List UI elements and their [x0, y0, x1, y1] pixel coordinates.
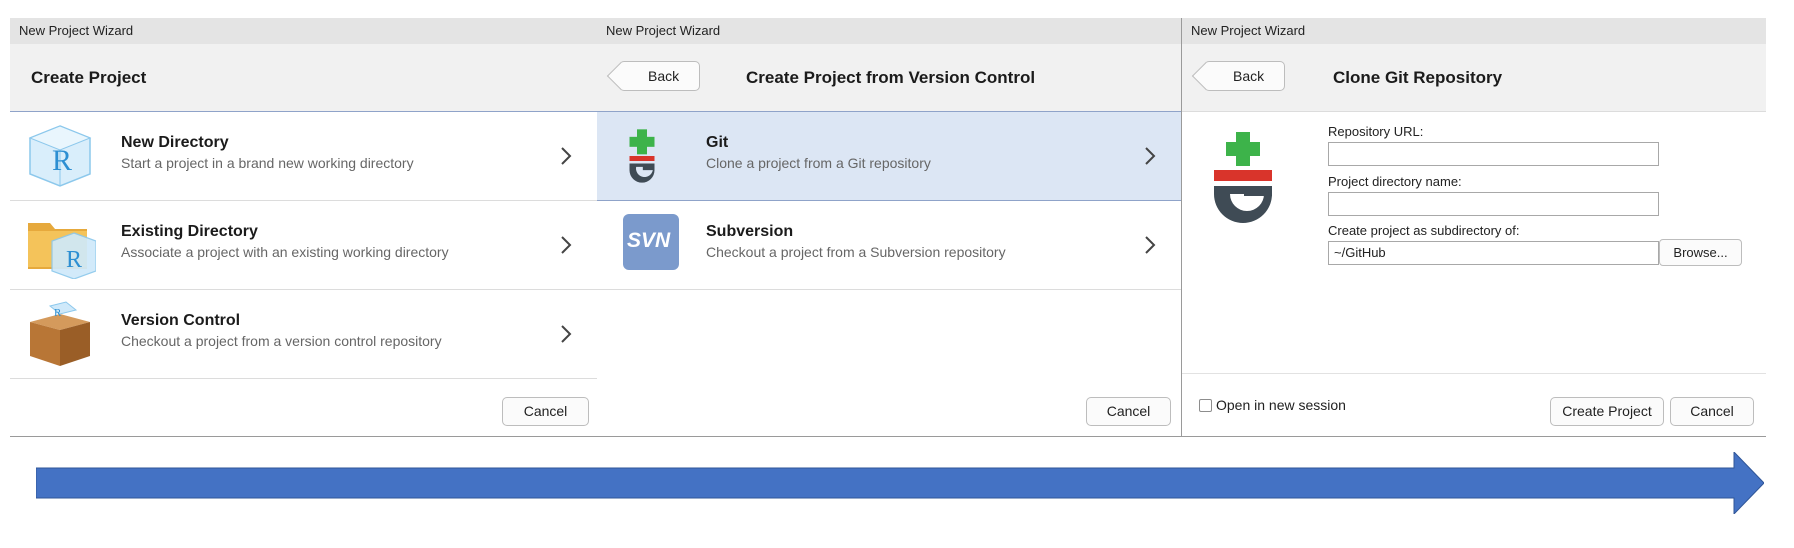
back-button-label: Back — [648, 68, 680, 84]
flow-arrow-icon — [36, 452, 1764, 514]
project-directory-name-input[interactable] — [1328, 192, 1659, 216]
svg-text:R: R — [66, 247, 82, 273]
open-in-new-session-checkbox[interactable] — [1199, 399, 1212, 412]
cancel-button[interactable]: Cancel — [1670, 397, 1754, 426]
chevron-right-icon — [561, 236, 572, 254]
cancel-button[interactable]: Cancel — [502, 397, 589, 426]
git-logo-icon — [1214, 132, 1272, 224]
window-title: New Project Wizard — [597, 18, 1181, 44]
svn-icon-text: SVN — [627, 229, 671, 252]
option-title: Git — [706, 134, 729, 151]
svg-text:R: R — [54, 307, 62, 319]
chevron-right-icon — [561, 325, 572, 343]
page-title: Create Project — [31, 68, 147, 87]
subdirectory-input[interactable]: ~/GitHub — [1328, 241, 1659, 265]
chevron-right-icon — [1145, 147, 1156, 165]
git-icon — [629, 129, 655, 183]
option-description: Clone a project from a Git repository — [706, 155, 931, 171]
option-title: New Directory — [121, 134, 229, 151]
option-description: Checkout a project from a Subversion rep… — [706, 244, 1006, 260]
option-title: Subversion — [706, 223, 794, 240]
svn-icon: SVN — [623, 214, 679, 270]
repository-url-label: Repository URL: — [1328, 124, 1424, 139]
dialog-header: Create Project — [10, 44, 597, 112]
chevron-right-icon — [561, 147, 572, 165]
option-description: Checkout a project from a version contro… — [121, 333, 442, 349]
subdirectory-label: Create project as subdirectory of: — [1328, 223, 1520, 238]
option-version-control[interactable]: R Version Control Checkout a project fro… — [10, 290, 597, 379]
page-title: Clone Git Repository — [1333, 68, 1503, 87]
option-title: Version Control — [121, 312, 241, 329]
version-control-dialog: New Project Wizard Back Create Project f… — [597, 18, 1181, 437]
option-description: Associate a project with an existing wor… — [121, 244, 449, 260]
dialog-header: Back Clone Git Repository — [1182, 44, 1766, 112]
clone-git-dialog: New Project Wizard Back Clone Git Reposi… — [1181, 18, 1766, 437]
project-directory-name-label: Project directory name: — [1328, 174, 1462, 189]
footer-divider — [1182, 373, 1766, 374]
back-button[interactable]: Back — [1204, 61, 1286, 91]
option-existing-directory[interactable]: R Existing Directory Associate a project… — [10, 201, 597, 290]
box-icon: R — [30, 301, 90, 366]
option-description: Start a project in a brand new working d… — [121, 155, 414, 171]
dialog-header: Back Create Project from Version Control — [597, 44, 1181, 112]
window-title: New Project Wizard — [10, 18, 597, 44]
chevron-right-icon — [1145, 236, 1156, 254]
cancel-button[interactable]: Cancel — [1086, 397, 1171, 426]
create-project-button[interactable]: Create Project — [1550, 397, 1664, 426]
window-title: New Project Wizard — [1182, 18, 1766, 44]
create-project-dialog: New Project Wizard Create Project R New … — [10, 18, 597, 437]
repository-url-input[interactable] — [1328, 142, 1659, 166]
back-button-label: Back — [1233, 68, 1265, 84]
open-in-new-session-label[interactable]: Open in new session — [1216, 397, 1346, 413]
page-title: Create Project from Version Control — [746, 68, 1036, 87]
option-new-directory[interactable]: R New Directory Start a project in a bra… — [10, 112, 597, 201]
option-git[interactable]: Git Clone a project from a Git repositor… — [597, 112, 1181, 201]
folder-r-icon: R — [28, 223, 96, 279]
r-cube-icon: R — [28, 125, 92, 187]
option-title: Existing Directory — [121, 223, 258, 240]
back-button[interactable]: Back — [619, 61, 701, 91]
option-subversion[interactable]: SVN Subversion Checkout a project from a… — [597, 201, 1181, 290]
browse-button[interactable]: Browse... — [1659, 239, 1742, 266]
svg-text:R: R — [52, 144, 72, 177]
